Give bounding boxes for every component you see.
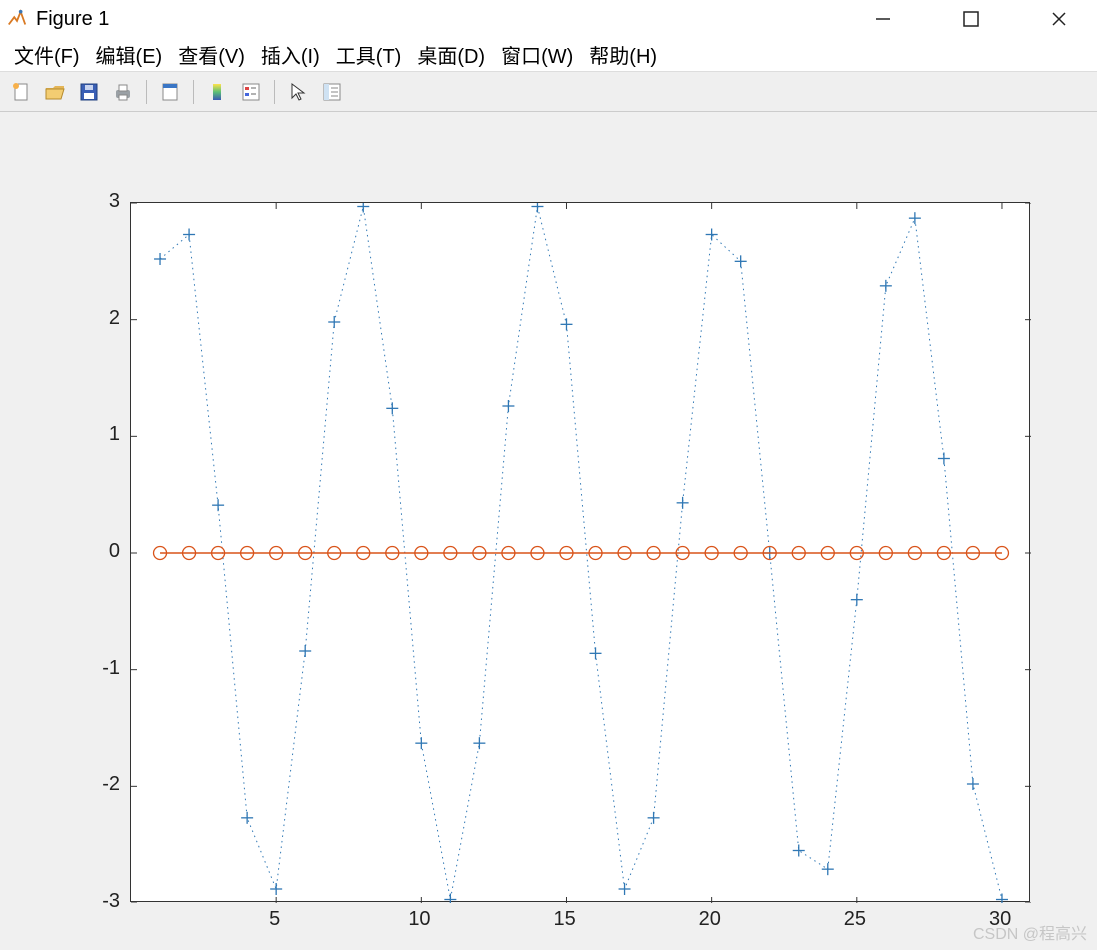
xtick-label: 30 [989,908,1011,931]
ytick-label: 1 [107,423,120,446]
open-folder-icon[interactable] [40,77,70,107]
toolbar [0,72,1097,112]
toolbar-separator [146,80,147,104]
xtick-label: 10 [408,908,430,931]
matlab-logo-icon [6,8,28,30]
menu-edit[interactable]: 编辑(E) [88,38,171,71]
ytick-label: 3 [107,190,120,213]
xtick-label: 5 [269,908,280,931]
ytick-label: 0 [107,540,120,563]
minimize-button[interactable] [863,4,903,34]
window-title: Figure 1 [36,8,109,31]
window-controls [863,4,1091,34]
menu-window[interactable]: 窗口(W) [493,38,581,71]
close-button[interactable] [1039,4,1079,34]
menubar: 文件(F) 编辑(E) 查看(V) 插入(I) 工具(T) 桌面(D) 窗口(W… [0,38,1097,72]
menu-insert[interactable]: 插入(I) [253,38,328,71]
figure-canvas: -3-2-10123 51015202530 CSDN @程高兴 [0,112,1097,950]
menu-file[interactable]: 文件(F) [6,38,88,71]
toolbar-separator [193,80,194,104]
xtick-label: 25 [844,908,866,931]
ytick-label: -2 [96,773,120,796]
titlebar: Figure 1 [0,0,1097,38]
axes[interactable] [130,202,1030,902]
print-icon[interactable] [108,77,138,107]
xtick-label: 15 [553,908,575,931]
toolbar-separator [274,80,275,104]
print-preview-icon[interactable] [155,77,185,107]
ytick-label: 2 [107,307,120,330]
legend-icon[interactable] [236,77,266,107]
plot-svg [131,203,1031,903]
new-file-icon[interactable] [6,77,36,107]
menu-help[interactable]: 帮助(H) [581,38,665,71]
menu-desktop[interactable]: 桌面(D) [409,38,493,71]
plot-editor-icon[interactable] [317,77,347,107]
colorbar-icon[interactable] [202,77,232,107]
cursor-icon[interactable] [283,77,313,107]
maximize-button[interactable] [951,4,991,34]
menu-view[interactable]: 查看(V) [170,38,253,71]
save-icon[interactable] [74,77,104,107]
menu-tools[interactable]: 工具(T) [328,38,410,71]
ytick-label: -3 [96,890,120,913]
xtick-label: 20 [699,908,721,931]
ytick-label: -1 [96,657,120,680]
